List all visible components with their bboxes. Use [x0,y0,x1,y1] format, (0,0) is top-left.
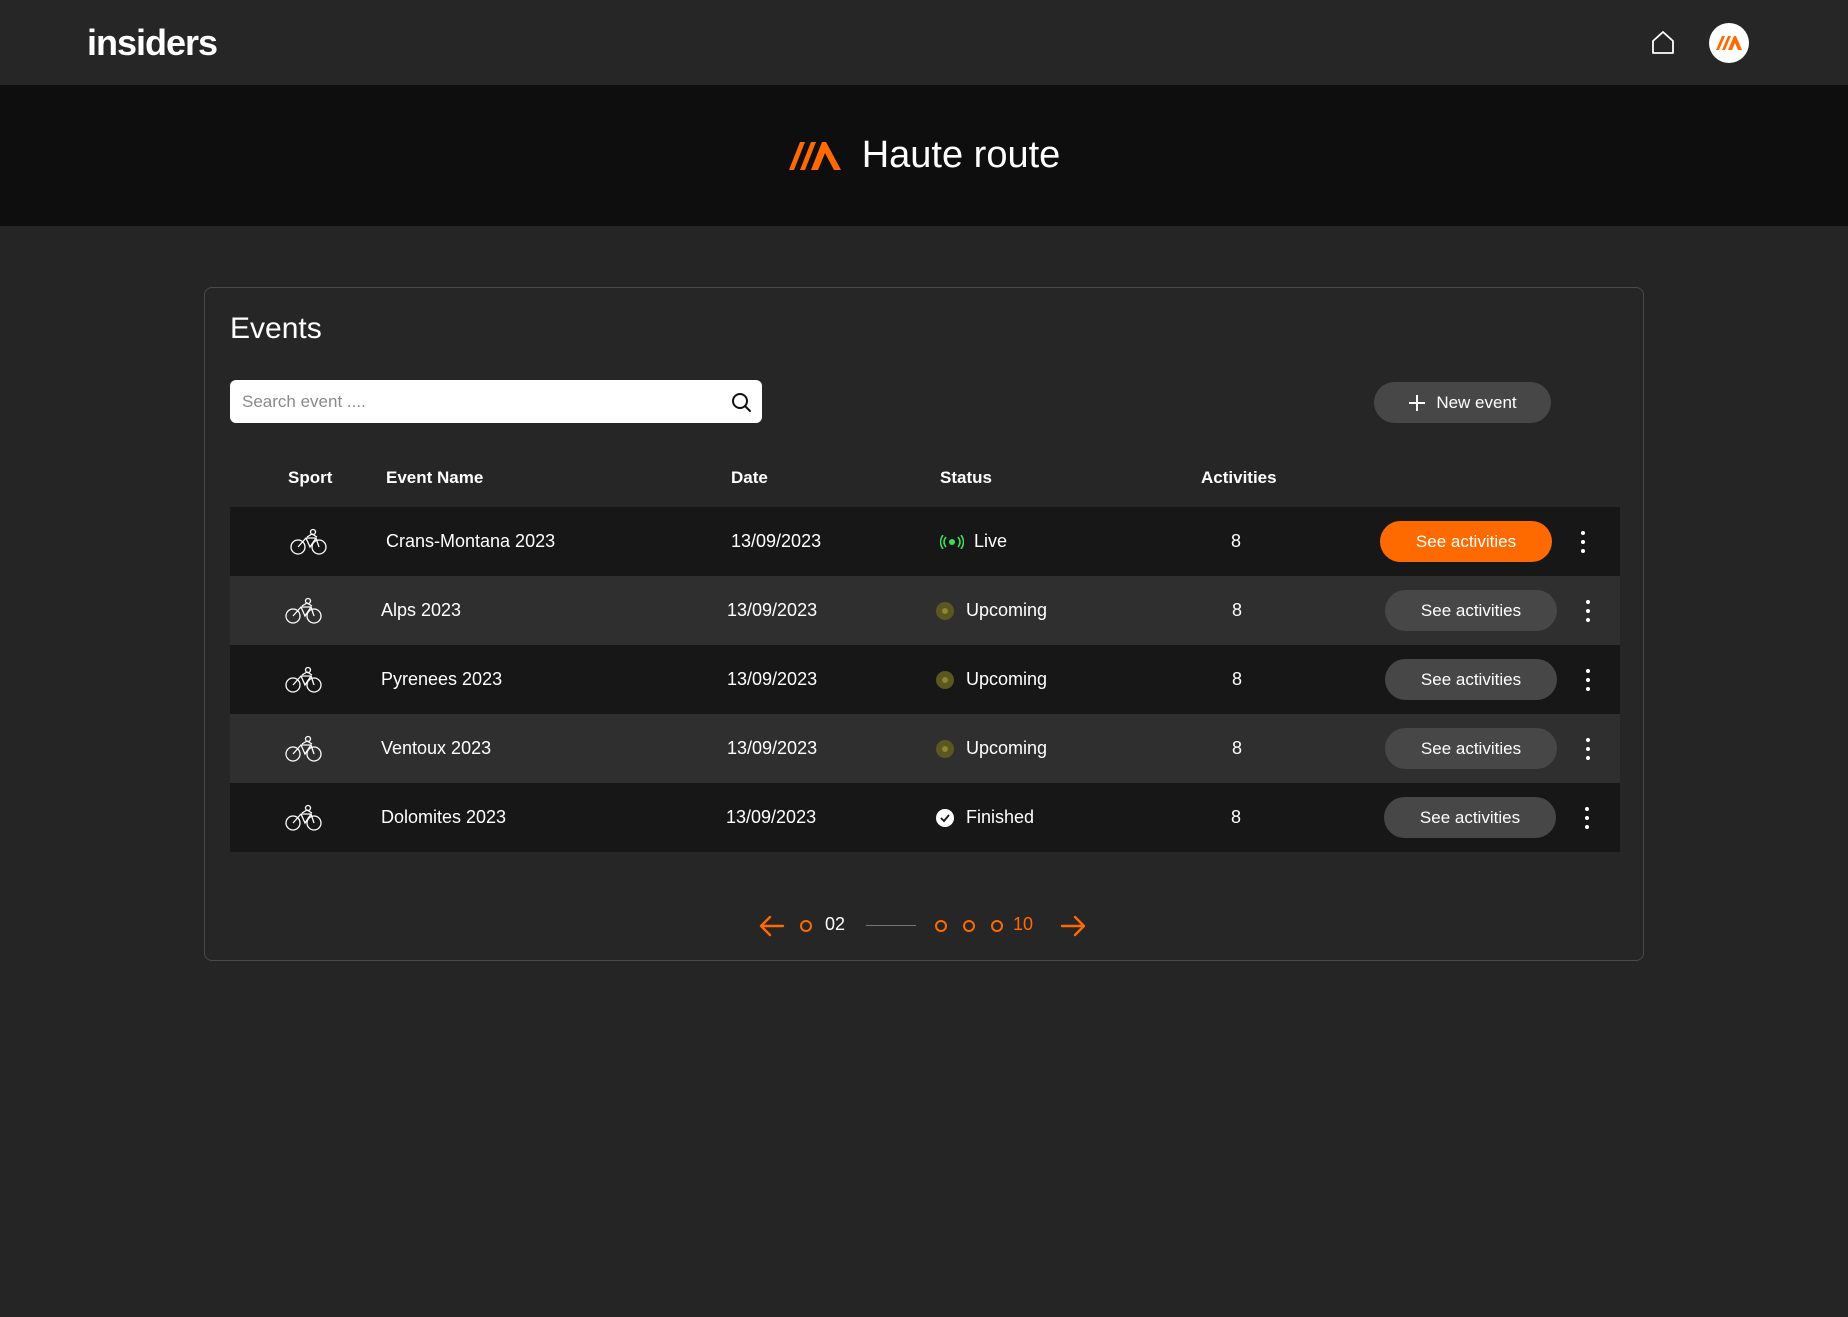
upcoming-status-icon [936,601,954,620]
event-date: 13/09/2023 [727,738,818,758]
activities-count: 8 [1232,738,1243,758]
event-name: Alps 2023 [381,600,462,620]
table-header: Sport Event Name Date Status Activities [230,468,1620,498]
upcoming-status-icon [936,670,954,689]
page-dot[interactable] [963,920,975,932]
table-row: Crans-Montana 2023 13/09/2023 Live 8 See… [230,507,1620,576]
current-page: 02 [825,914,846,934]
page-dot[interactable] [935,920,947,932]
event-date: 13/09/2023 [726,807,817,827]
table-row: Dolomites 2023 13/09/2023 Finished 8 See… [230,783,1620,852]
search-box [230,380,762,423]
arrow-right-icon[interactable] [1060,914,1086,938]
search-input[interactable] [230,380,712,423]
see-activities-button[interactable]: See activities [1385,659,1557,700]
event-status: Upcoming [936,714,1047,783]
cycling-icon [285,735,322,762]
activities-count: 8 [1231,531,1242,551]
last-page[interactable]: 10 [1013,914,1033,935]
event-status: Upcoming [936,576,1047,645]
event-date: 13/09/2023 [731,531,822,551]
upcoming-status-icon [936,739,954,758]
new-event-label: New event [1436,392,1517,412]
status-label: Upcoming [966,600,1048,620]
page-dot[interactable] [800,920,812,932]
status-label: Live [974,531,1008,551]
column-date: Date [731,468,768,487]
status-label: Upcoming [966,669,1048,689]
arrow-left-icon[interactable] [759,914,785,938]
cycling-icon [285,597,322,624]
cycling-icon [290,528,327,555]
table-row: Pyrenees 2023 13/09/2023 Upcoming 8 See … [230,645,1620,714]
column-event-name: Event Name [386,468,484,487]
hero-banner: Haute route [0,85,1848,226]
cycling-icon [285,666,322,693]
page-separator [866,925,916,926]
avatar[interactable] [1709,23,1749,63]
status-label: Finished [966,807,1035,827]
top-bar: insiders [0,0,1848,86]
activities-count: 8 [1231,807,1242,827]
event-date: 13/09/2023 [727,669,818,689]
event-status: Finished [936,783,1034,852]
events-table: Crans-Montana 2023 13/09/2023 Live 8 See… [230,507,1620,852]
event-status: Upcoming [936,645,1047,714]
more-options-icon[interactable] [1582,803,1592,833]
more-options-icon[interactable] [1583,665,1593,695]
more-options-icon[interactable] [1583,734,1593,764]
event-name: Crans-Montana 2023 [386,531,556,551]
activities-count: 8 [1232,600,1243,620]
column-activities: Activities [1201,468,1277,487]
table-row: Ventoux 2023 13/09/2023 Upcoming 8 See a… [230,714,1620,783]
table-row: Alps 2023 13/09/2023 Upcoming 8 See acti… [230,576,1620,645]
new-event-button[interactable]: New event [1374,382,1551,423]
page-title: Haute route [861,134,1061,176]
more-options-icon[interactable] [1583,596,1593,626]
see-activities-button[interactable]: See activities [1385,728,1557,769]
app-logo[interactable]: insiders [87,22,218,64]
pagination: 02 10 [205,911,1643,941]
home-icon[interactable] [1648,27,1678,57]
event-name: Ventoux 2023 [381,738,492,758]
page-dot[interactable] [991,920,1003,932]
column-sport: Sport [288,468,333,487]
event-name: Pyrenees 2023 [381,669,503,689]
event-status: Live [940,507,1007,576]
see-activities-button[interactable]: See activities [1380,521,1552,562]
activities-count: 8 [1232,669,1243,689]
event-name: Dolomites 2023 [381,807,507,827]
plus-icon [1409,394,1426,411]
see-activities-button[interactable]: See activities [1384,797,1556,838]
status-label: Upcoming [966,738,1048,758]
events-panel: Events New event Sport Event Name Date S… [204,287,1644,961]
see-activities-button[interactable]: See activities [1385,590,1557,631]
more-options-icon[interactable] [1578,527,1588,557]
brand-mark-icon [788,141,841,170]
cycling-icon [285,804,322,831]
panel-title: Events [230,312,322,345]
event-date: 13/09/2023 [727,600,818,620]
live-broadcast-icon [940,534,964,549]
search-icon[interactable] [730,391,752,413]
brand-mark-icon [1716,36,1742,50]
check-circle-icon [936,808,954,827]
column-status: Status [940,468,992,487]
